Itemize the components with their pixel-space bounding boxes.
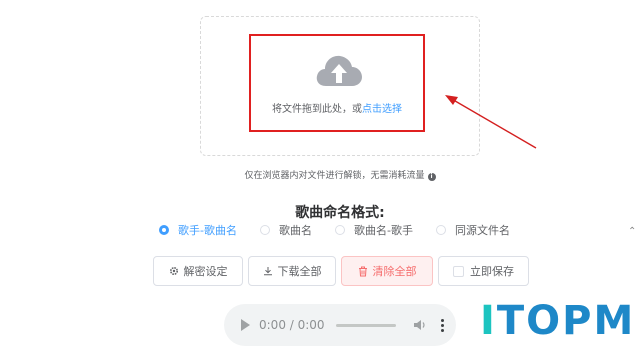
download-all-label: 下载全部: [277, 265, 322, 278]
playback-time: 0:00 / 0:00: [259, 318, 325, 332]
volume-icon[interactable]: [413, 319, 427, 331]
more-options-icon[interactable]: [440, 318, 444, 332]
watermark-text: ITOPM: [480, 298, 635, 344]
radio-label: 歌曲名-歌手: [353, 224, 413, 237]
radio-title-artist[interactable]: 歌曲名-歌手: [334, 222, 413, 238]
radio-label: 歌曲名: [278, 224, 312, 237]
download-all-button[interactable]: 下载全部: [248, 256, 336, 286]
radio-label: 歌手-歌曲名: [178, 224, 237, 237]
play-icon[interactable]: [241, 319, 250, 331]
radio-dot: [334, 225, 345, 235]
local-decrypt-note: 仅在浏览器内对文件进行解锁，无需消耗流量 i: [0, 168, 640, 181]
download-icon: [263, 266, 273, 276]
watermark-logo: ITOPM: [470, 290, 640, 359]
clear-all-button[interactable]: 清除全部: [341, 256, 433, 286]
radio-label: 同源文件名: [454, 224, 510, 237]
watermark-first-letter: I: [480, 298, 497, 344]
trash-icon: [358, 266, 368, 277]
save-now-checkbox[interactable]: [453, 265, 464, 277]
watermark-rest: TOPM: [496, 298, 636, 344]
side-collapse-icon[interactable]: ⌃: [628, 226, 636, 240]
radio-artist-title[interactable]: 歌手-歌曲名: [159, 222, 237, 238]
note-text: 仅在浏览器内对文件进行解锁，无需消耗流量: [244, 171, 425, 181]
highlight-annotation-box: [249, 34, 425, 132]
naming-format-radio-group: 歌手-歌曲名 歌曲名 歌曲名-歌手 同源文件名: [159, 222, 510, 238]
radio-dot: [259, 225, 270, 235]
naming-format-title: 歌曲命名格式:: [295, 205, 385, 221]
clear-all-label: 清除全部: [372, 265, 417, 278]
playback-progress-bar[interactable]: [335, 323, 396, 327]
radio-dot-checked: [159, 225, 169, 235]
radio-same-filename[interactable]: 同源文件名: [435, 222, 510, 238]
save-now-button[interactable]: 立即保存: [438, 256, 529, 286]
annotation-arrow-icon: [445, 95, 537, 149]
info-icon: i: [427, 173, 436, 181]
gear-icon: [169, 266, 179, 276]
radio-dot: [435, 225, 446, 235]
decrypt-settings-label: 解密设定: [183, 265, 228, 278]
audio-player: 0:00 / 0:00: [224, 304, 456, 346]
decrypt-settings-button[interactable]: 解密设定: [153, 256, 243, 286]
radio-title[interactable]: 歌曲名: [259, 222, 312, 238]
save-now-label: 立即保存: [470, 265, 514, 278]
